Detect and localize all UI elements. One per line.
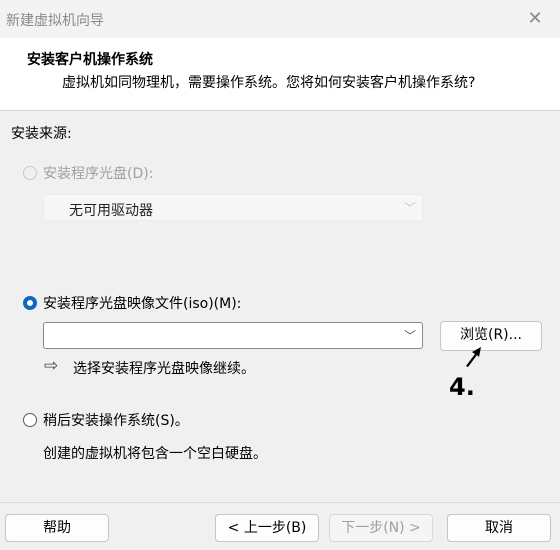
disc-option-label: 安装程序光盘(D): [43,166,154,182]
step-annotation: 4. [449,373,475,401]
iso-radio[interactable] [23,296,37,310]
page-title: 安装客户机操作系统 [27,52,153,68]
page-subtitle: 虚拟机如同物理机，需要操作系统。您将如何安装客户机操作系统? [62,75,476,91]
later-option-label: 稍后安装操作系统(S)。 [43,413,189,429]
install-source-label: 安装来源: [11,126,72,142]
iso-option-label: 安装程序光盘映像文件(iso)(M): [43,296,242,312]
arrow-right-icon: ⇨ [44,356,59,376]
disc-drive-dropdown[interactable]: 无可用驱动器 ﹀ [43,194,423,221]
later-radio[interactable] [23,413,37,427]
wizard-header: 安装客户机操作系统 虚拟机如同物理机，需要操作系统。您将如何安装客户机操作系统? [0,38,560,111]
browse-button[interactable]: 浏览(R)... [440,321,542,351]
next-button[interactable]: 下一步(N) > [329,514,433,542]
window-title: 新建虚拟机向导 [6,13,104,29]
title-bar: 新建虚拟机向导 ✕ [0,0,560,38]
disc-radio[interactable] [23,166,37,180]
back-button[interactable]: < 上一步(B) [215,514,319,542]
later-description: 创建的虚拟机将包含一个空白硬盘。 [43,446,267,462]
iso-path-dropdown[interactable]: ﹀ [43,322,423,349]
cursor-icon [466,347,481,367]
cancel-button[interactable]: 取消 [447,514,551,542]
iso-hint-text: 选择安装程序光盘映像继续。 [73,361,255,377]
help-button[interactable]: 帮助 [5,514,109,542]
chevron-down-icon: ﹀ [403,329,416,343]
close-icon[interactable]: ✕ [522,6,548,32]
chevron-down-icon: ﹀ [403,201,416,215]
disc-drive-value: 无可用驱动器 [69,203,153,219]
